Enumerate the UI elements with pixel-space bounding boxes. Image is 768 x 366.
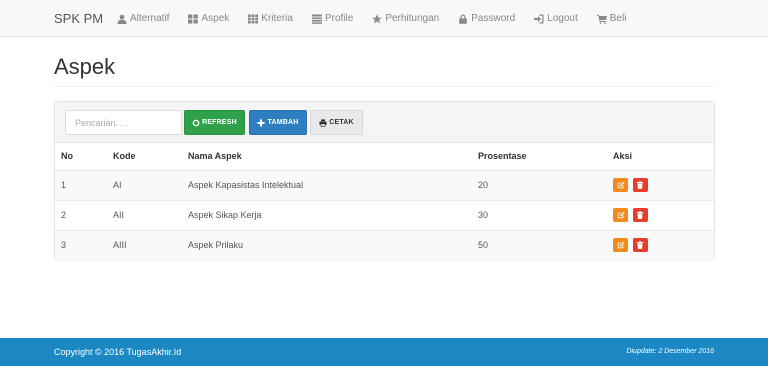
- footer: Copyright © 2016 TugasAkhir.Id Diupdate:…: [0, 338, 768, 366]
- column-header-nama: Nama Aspek: [182, 143, 472, 171]
- cell-prosentase: 20: [472, 169, 607, 200]
- cell-prosentase: 50: [472, 229, 607, 260]
- copyright-text: Copyright © 2016 TugasAkhir.Id: [54, 347, 182, 357]
- brand-link[interactable]: SPK PM: [54, 0, 103, 37]
- cell-nama: Aspek Sikap Kerja: [182, 199, 472, 230]
- panel-toolbar: REFRESH TAMBAH CETAK: [55, 102, 714, 143]
- lock-icon: [457, 13, 469, 25]
- nav-label: Logout: [547, 13, 578, 24]
- cell-aksi: [607, 199, 714, 230]
- cetak-button[interactable]: CETAK: [310, 110, 363, 135]
- cell-prosentase: 30: [472, 199, 607, 230]
- trash-icon: [636, 241, 644, 250]
- nav-label: Aspek: [201, 13, 230, 24]
- table-row: 3 AIII Aspek Prilaku 50: [55, 229, 714, 260]
- cell-no: 2: [55, 199, 107, 230]
- nav-item-beli[interactable]: Beli: [596, 13, 627, 25]
- search-input[interactable]: [65, 110, 182, 135]
- nav-item-profile[interactable]: Profile: [311, 13, 353, 25]
- delete-button[interactable]: [632, 178, 648, 192]
- navbar: SPK PM Alternatif Aspek Kriteria Profile…: [0, 0, 768, 37]
- edit-button[interactable]: [613, 208, 628, 222]
- page-title: Aspek: [54, 54, 116, 79]
- column-header-prosentase: Prosentase: [472, 143, 607, 171]
- aspek-table: No Kode Nama Aspek Prosentase Aksi 1 AI …: [55, 143, 714, 260]
- cell-aksi: [607, 169, 714, 200]
- star-icon: [371, 13, 383, 25]
- table-row: 1 AI Aspek Kapasistas Intelektual 20: [55, 169, 714, 200]
- th-large-icon: [187, 13, 199, 25]
- edit-button[interactable]: [613, 178, 628, 192]
- edit-icon: [617, 242, 624, 249]
- nav-label: Beli: [609, 13, 627, 24]
- refresh-button[interactable]: REFRESH: [184, 110, 245, 135]
- column-header-aksi: Aksi: [607, 143, 714, 171]
- th-icon: [247, 13, 259, 25]
- cell-aksi: [607, 229, 714, 260]
- column-header-no: No: [55, 143, 107, 171]
- cetak-label: CETAK: [329, 119, 354, 126]
- tambah-button[interactable]: TAMBAH: [249, 110, 307, 135]
- edit-icon: [617, 211, 624, 219]
- table-row: 2 AII Aspek Sikap Kerja 30: [55, 199, 714, 230]
- nav-item-aspek[interactable]: Aspek: [187, 13, 229, 25]
- cell-kode: AI: [107, 169, 182, 200]
- cell-nama: Aspek Prilaku: [182, 229, 472, 260]
- refresh-icon: [192, 119, 201, 126]
- table-header-row: No Kode Nama Aspek Prosentase Aksi: [55, 143, 714, 171]
- nav-item-alternatif[interactable]: Alternatif: [116, 13, 169, 25]
- trash-icon: [636, 181, 644, 189]
- title-divider: [54, 86, 714, 87]
- tambah-label: TAMBAH: [267, 119, 299, 126]
- delete-button[interactable]: [632, 238, 648, 253]
- aspek-panel: REFRESH TAMBAH CETAK No Kode Nama Aspek …: [54, 101, 715, 260]
- update-date-text: Diupdate: 2 Desember 2016: [626, 348, 714, 355]
- cart-icon: [596, 13, 608, 25]
- nav-item-perhitungan[interactable]: Perhitungan: [371, 13, 439, 25]
- nav-label: Kriteria: [261, 13, 293, 24]
- refresh-label: REFRESH: [202, 119, 237, 126]
- cell-no: 1: [55, 169, 107, 200]
- cell-no: 3: [55, 229, 107, 260]
- nav-label: Profile: [324, 13, 354, 24]
- trash-icon: [636, 211, 644, 219]
- edit-button[interactable]: [613, 238, 628, 253]
- print-icon: [319, 118, 327, 127]
- column-header-kode: Kode: [107, 143, 182, 171]
- logout-icon: [533, 13, 545, 25]
- nav-item-logout[interactable]: Logout: [533, 13, 578, 25]
- nav-item-password[interactable]: Password: [457, 13, 515, 25]
- nav-label: Password: [471, 13, 516, 24]
- cell-kode: AIII: [107, 229, 182, 260]
- delete-button[interactable]: [632, 208, 648, 222]
- plus-icon: [257, 118, 266, 127]
- nav-label: Alternatif: [130, 13, 170, 24]
- cell-nama: Aspek Kapasistas Intelektual: [182, 169, 472, 200]
- nav-menu: Alternatif Aspek Kriteria Profile Perhit…: [116, 0, 644, 37]
- edit-icon: [617, 181, 624, 189]
- list-icon: [311, 13, 323, 25]
- cell-kode: AII: [107, 199, 182, 230]
- user-icon: [116, 13, 128, 25]
- nav-item-kriteria[interactable]: Kriteria: [247, 13, 293, 25]
- nav-label: Perhitungan: [385, 13, 440, 24]
